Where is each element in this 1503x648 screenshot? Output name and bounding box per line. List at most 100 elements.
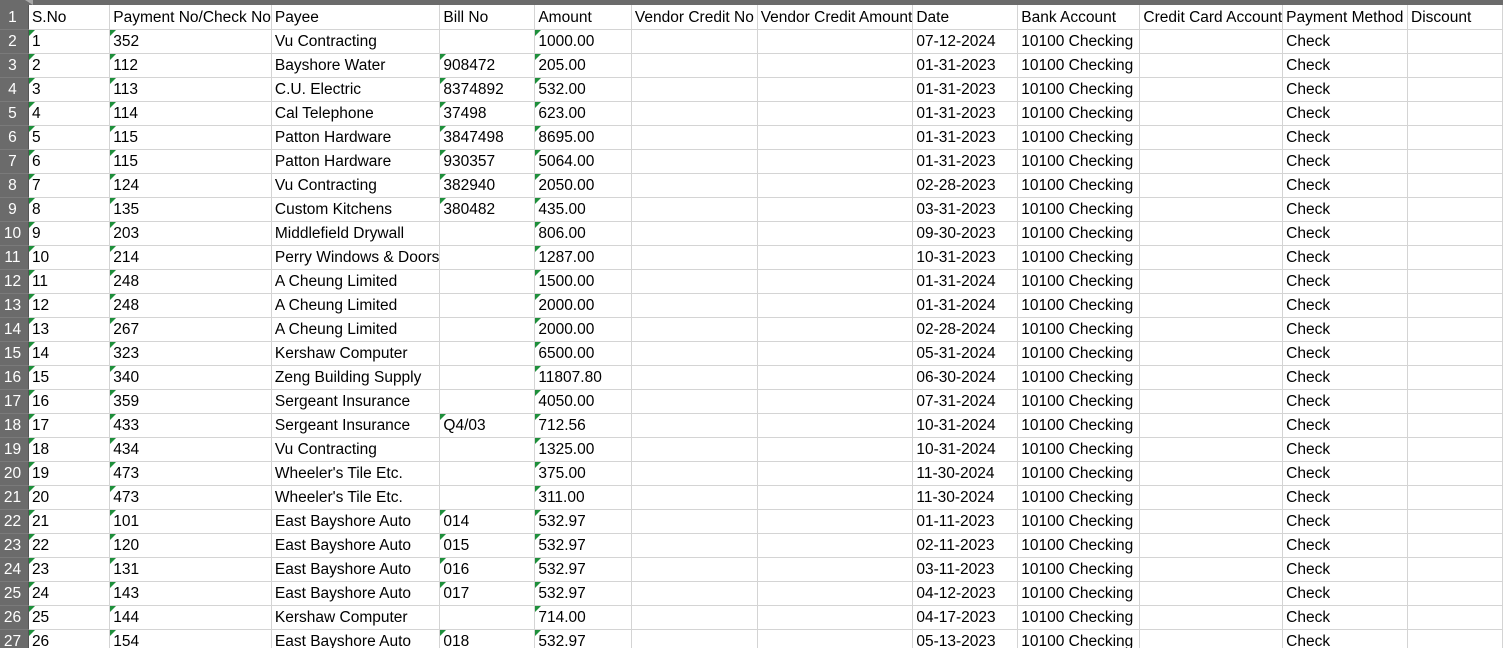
cell-credit-card-account[interactable] [1139, 101, 1284, 126]
row-header[interactable]: 11 [0, 245, 29, 270]
row-header[interactable]: 5 [0, 101, 29, 126]
cell-discount[interactable] [1407, 221, 1503, 246]
cell-payment-method[interactable]: Check [1282, 605, 1409, 630]
cell-bill-no[interactable] [439, 437, 536, 462]
cell-sno[interactable]: 4 [28, 101, 111, 126]
cell-bank-account[interactable]: 10100 Checking [1017, 293, 1141, 318]
cell-payment-no[interactable]: 135 [109, 197, 272, 222]
cell-payment-no[interactable]: 115 [109, 125, 272, 150]
cell-payee[interactable]: Bayshore Water [271, 53, 441, 78]
cell-vendor-credit-no[interactable] [631, 221, 758, 246]
row-header[interactable]: 2 [0, 29, 29, 54]
cell-payee[interactable]: A Cheung Limited [271, 269, 441, 294]
cell-bank-account[interactable]: 10100 Checking [1017, 53, 1141, 78]
cell-discount[interactable] [1407, 533, 1503, 558]
cell-discount[interactable] [1407, 149, 1503, 174]
cell-vendor-credit-amount[interactable] [757, 149, 914, 174]
cell-vendor-credit-no[interactable] [631, 365, 758, 390]
cell-payment-no[interactable]: 120 [109, 533, 272, 558]
cell-bill-no[interactable]: 8374892 [439, 77, 536, 102]
cell-vendor-credit-amount[interactable] [757, 101, 914, 126]
cell-vendor-credit-amount[interactable] [757, 53, 914, 78]
header-discount[interactable]: Discount [1407, 5, 1503, 30]
cell-payment-method[interactable]: Check [1282, 317, 1409, 342]
cell-date[interactable]: 05-31-2024 [912, 341, 1019, 366]
cell-credit-card-account[interactable] [1139, 29, 1284, 54]
cell-bank-account[interactable]: 10100 Checking [1017, 485, 1141, 510]
cell-payment-method[interactable]: Check [1282, 53, 1409, 78]
row-header[interactable]: 1 [0, 5, 29, 30]
cell-amount[interactable]: 435.00 [534, 197, 632, 222]
cell-vendor-credit-no[interactable] [631, 101, 758, 126]
cell-amount[interactable]: 1325.00 [534, 437, 632, 462]
cell-bank-account[interactable]: 10100 Checking [1017, 245, 1141, 270]
cell-payee[interactable]: Sergeant Insurance [271, 413, 441, 438]
cell-credit-card-account[interactable] [1139, 533, 1284, 558]
cell-vendor-credit-amount[interactable] [757, 557, 914, 582]
cell-vendor-credit-amount[interactable] [757, 581, 914, 606]
cell-date[interactable]: 10-31-2024 [912, 413, 1019, 438]
cell-vendor-credit-no[interactable] [631, 629, 758, 648]
row-header[interactable]: 25 [0, 581, 29, 606]
cell-payment-method[interactable]: Check [1282, 485, 1409, 510]
cell-vendor-credit-amount[interactable] [757, 461, 914, 486]
cell-sno[interactable]: 9 [28, 221, 111, 246]
cell-payment-method[interactable]: Check [1282, 461, 1409, 486]
cell-payment-no[interactable]: 203 [109, 221, 272, 246]
cell-payment-no[interactable]: 115 [109, 149, 272, 174]
cell-payment-no[interactable]: 323 [109, 341, 272, 366]
cell-date[interactable]: 01-31-2023 [912, 149, 1019, 174]
cell-discount[interactable] [1407, 317, 1503, 342]
cell-payment-no[interactable]: 352 [109, 29, 272, 54]
cell-payment-no[interactable]: 131 [109, 557, 272, 582]
cell-sno[interactable]: 23 [28, 557, 111, 582]
cell-payment-method[interactable]: Check [1282, 173, 1409, 198]
header-credit-card-account[interactable]: Credit Card Account [1139, 5, 1284, 30]
cell-payment-no[interactable]: 214 [109, 245, 272, 270]
cell-payment-no[interactable]: 112 [109, 53, 272, 78]
cell-sno[interactable]: 11 [28, 269, 111, 294]
cell-vendor-credit-no[interactable] [631, 509, 758, 534]
cell-payment-no[interactable]: 359 [109, 389, 272, 414]
cell-bank-account[interactable]: 10100 Checking [1017, 29, 1141, 54]
cell-sno[interactable]: 6 [28, 149, 111, 174]
row-header[interactable]: 14 [0, 317, 29, 342]
cell-amount[interactable]: 2000.00 [534, 293, 632, 318]
cell-vendor-credit-no[interactable] [631, 173, 758, 198]
cell-payment-no[interactable]: 473 [109, 485, 272, 510]
cell-payment-method[interactable]: Check [1282, 269, 1409, 294]
cell-bank-account[interactable]: 10100 Checking [1017, 413, 1141, 438]
cell-payment-method[interactable]: Check [1282, 629, 1409, 648]
cell-payment-method[interactable]: Check [1282, 101, 1409, 126]
cell-discount[interactable] [1407, 365, 1503, 390]
cell-credit-card-account[interactable] [1139, 341, 1284, 366]
cell-payment-method[interactable]: Check [1282, 437, 1409, 462]
cell-amount[interactable]: 11807.80 [534, 365, 632, 390]
cell-bank-account[interactable]: 10100 Checking [1017, 221, 1141, 246]
cell-payment-no[interactable]: 248 [109, 293, 272, 318]
row-header[interactable]: 4 [0, 77, 29, 102]
cell-vendor-credit-amount[interactable] [757, 341, 914, 366]
cell-vendor-credit-amount[interactable] [757, 437, 914, 462]
cell-discount[interactable] [1407, 269, 1503, 294]
cell-payment-method[interactable]: Check [1282, 389, 1409, 414]
cell-payment-no[interactable]: 340 [109, 365, 272, 390]
cell-amount[interactable]: 806.00 [534, 221, 632, 246]
cell-credit-card-account[interactable] [1139, 53, 1284, 78]
cell-bill-no[interactable] [439, 221, 536, 246]
cell-sno[interactable]: 16 [28, 389, 111, 414]
cell-bill-no[interactable] [439, 245, 536, 270]
cell-amount[interactable]: 712.56 [534, 413, 632, 438]
cell-discount[interactable] [1407, 53, 1503, 78]
cell-bank-account[interactable]: 10100 Checking [1017, 605, 1141, 630]
row-header[interactable]: 10 [0, 221, 29, 246]
cell-date[interactable]: 01-31-2023 [912, 101, 1019, 126]
cell-vendor-credit-no[interactable] [631, 581, 758, 606]
cell-amount[interactable]: 532.00 [534, 77, 632, 102]
row-header[interactable]: 7 [0, 149, 29, 174]
cell-credit-card-account[interactable] [1139, 269, 1284, 294]
cell-amount[interactable]: 1500.00 [534, 269, 632, 294]
cell-vendor-credit-amount[interactable] [757, 293, 914, 318]
row-header[interactable]: 20 [0, 461, 29, 486]
cell-sno[interactable]: 22 [28, 533, 111, 558]
